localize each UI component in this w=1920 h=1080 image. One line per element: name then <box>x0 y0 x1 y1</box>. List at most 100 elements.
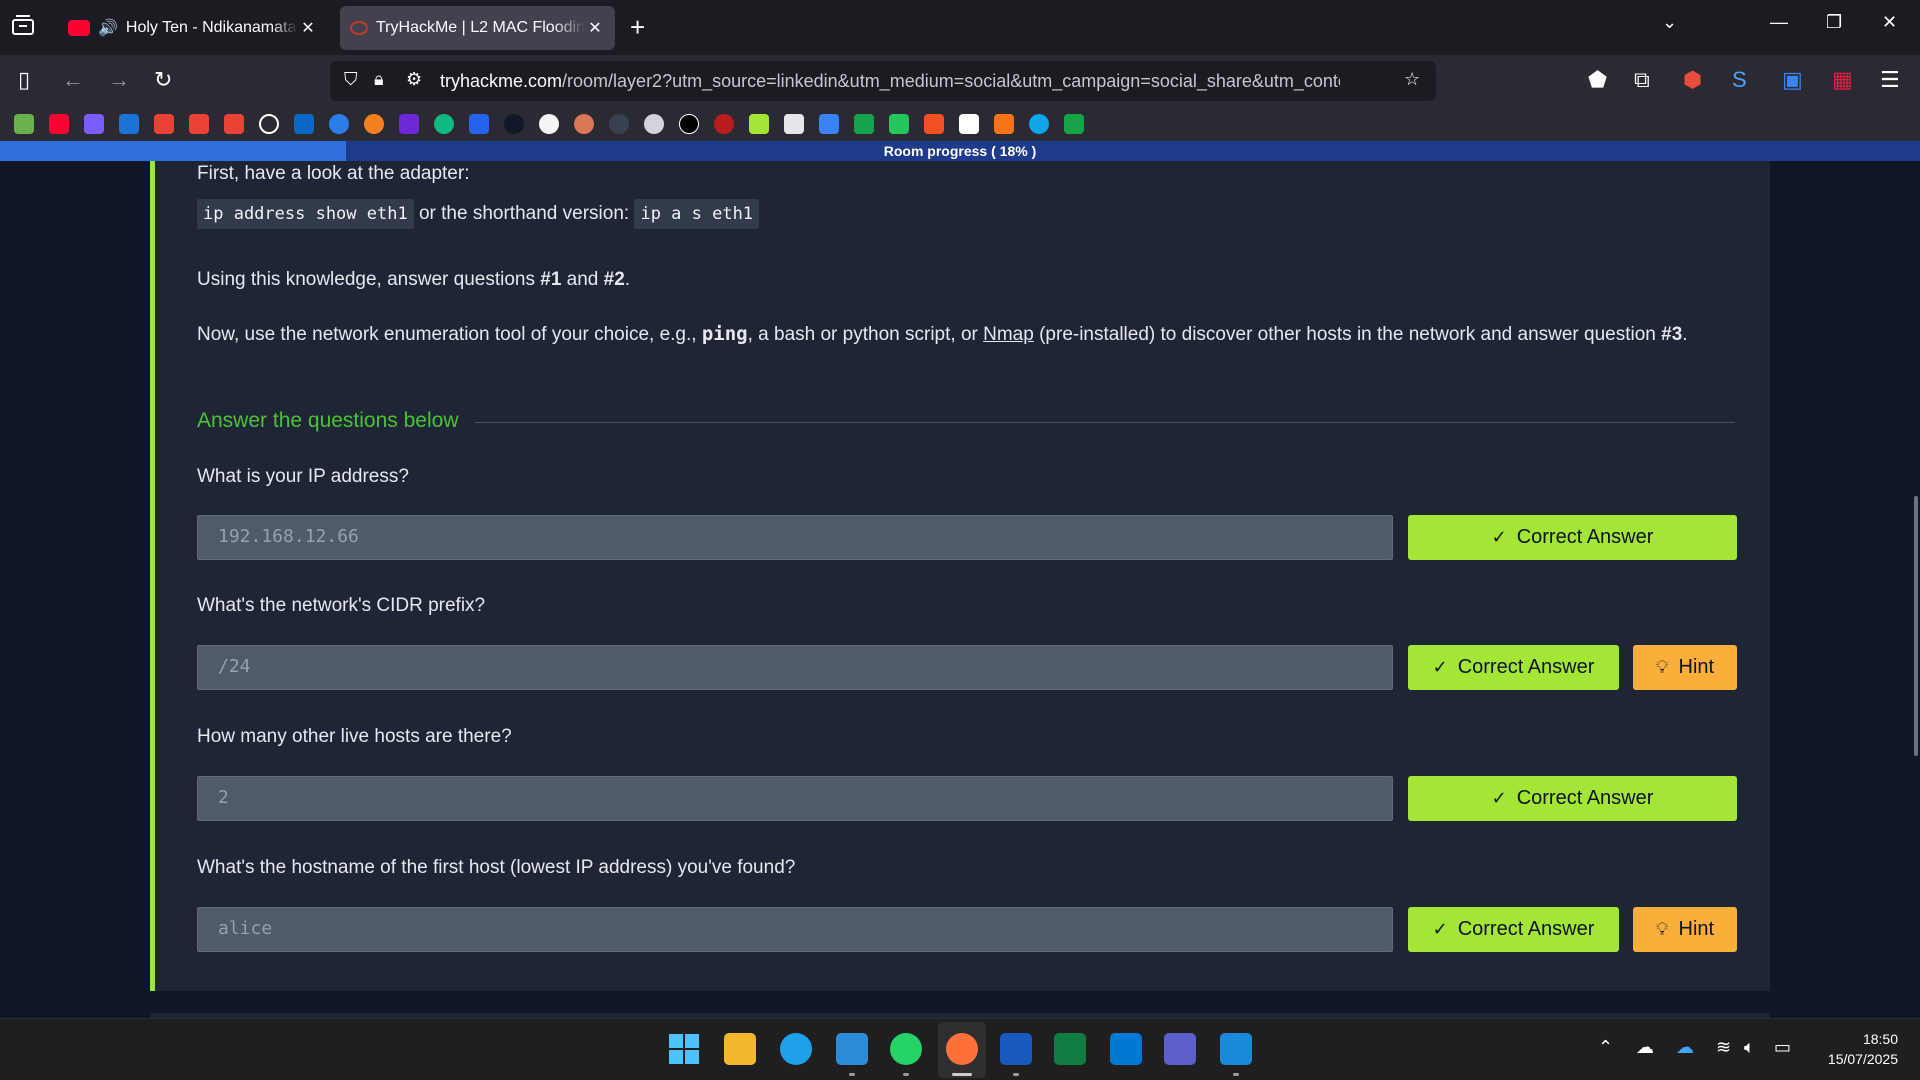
url-text[interactable]: tryhackme.com/room/layer2?utm_source=lin… <box>440 71 1340 92</box>
bookmark-icon[interactable] <box>609 114 629 134</box>
bolt-icon[interactable] <box>994 114 1014 134</box>
tab-overview-icon[interactable] <box>10 14 40 42</box>
whatsapp-icon[interactable] <box>890 1033 922 1065</box>
github-icon[interactable] <box>504 114 524 134</box>
start-icon[interactable] <box>668 1033 700 1065</box>
bookmarks-bar <box>0 107 1920 141</box>
upwork-icon[interactable] <box>679 114 699 134</box>
wifi-icon[interactable]: ≋ <box>1716 1037 1731 1058</box>
volume-icon[interactable]: 🔈︎ <box>1744 1037 1755 1058</box>
question-label: What is your IP address? <box>197 466 409 487</box>
extensions-puzzle-icon[interactable]: ⧉ <box>1634 67 1650 93</box>
answer-input[interactable]: 2 <box>197 776 1393 821</box>
address-bar[interactable]: ⛉ 🔒︎ ⚙ tryhackme.com/room/layer2?utm_sou… <box>330 61 1436 101</box>
notion-icon[interactable] <box>959 114 979 134</box>
correct-answer-button[interactable]: ✓ Correct Answer <box>1408 645 1619 690</box>
correct-answer-button[interactable]: ✓ Correct Answer <box>1408 907 1619 952</box>
ublock-icon[interactable]: ⬢ <box>1683 67 1702 93</box>
bookmark-icon[interactable] <box>1064 114 1084 134</box>
teams-icon[interactable] <box>1164 1033 1196 1065</box>
extension-icon[interactable]: ▣ <box>1782 67 1803 93</box>
close-icon[interactable]: ✕ <box>585 18 605 38</box>
bookmark-icon[interactable] <box>784 114 804 134</box>
system-clock[interactable]: 18:50 15/07/2025 <box>1828 1029 1898 1069</box>
firefox-icon[interactable] <box>946 1033 978 1065</box>
new-tab-button[interactable]: + <box>630 12 645 42</box>
bookmark-icon[interactable] <box>819 114 839 134</box>
coursera-icon[interactable] <box>399 114 419 134</box>
chatgpt-icon[interactable] <box>539 114 559 134</box>
tryhackme-icon[interactable] <box>714 114 734 134</box>
running-indicator <box>1233 1073 1239 1076</box>
notepad-icon[interactable] <box>836 1033 868 1065</box>
s-extension-icon[interactable]: S <box>1732 67 1747 93</box>
globe-icon[interactable] <box>259 114 279 134</box>
apple-icon[interactable] <box>644 114 664 134</box>
answer-input[interactable]: alice <box>197 907 1393 952</box>
outlook-icon[interactable] <box>119 114 139 134</box>
microsoft-icon[interactable] <box>924 114 944 134</box>
excel-icon[interactable] <box>1054 1033 1086 1065</box>
permissions-icon[interactable]: ⚙ <box>406 69 422 90</box>
answer-input[interactable]: 192.168.12.66 <box>197 515 1393 560</box>
bookmark-icon[interactable] <box>14 114 34 134</box>
edge-icon[interactable] <box>780 1033 812 1065</box>
file-explorer-icon[interactable] <box>724 1033 756 1065</box>
shield-icon[interactable]: ⛉ <box>344 69 358 90</box>
minimize-button[interactable]: — <box>1770 12 1788 33</box>
virtualbox-icon[interactable] <box>1220 1033 1252 1065</box>
check-icon: ✓ <box>1491 788 1507 808</box>
room-content: First, have a look at the adapter: ip ad… <box>0 161 1920 1018</box>
gmail-icon[interactable] <box>154 114 174 134</box>
play-icon[interactable] <box>889 114 909 134</box>
tab-list-icon[interactable]: ⌄ <box>1662 12 1677 33</box>
nmap-link[interactable]: Nmap <box>983 324 1034 345</box>
chevron-up-icon[interactable]: ⌃ <box>1598 1037 1613 1058</box>
hint-button[interactable]: 💡︎ Hint <box>1633 907 1737 952</box>
battery-icon[interactable]: ▭ <box>1774 1037 1791 1058</box>
divider <box>475 422 1735 423</box>
proton-icon[interactable] <box>84 114 104 134</box>
cube-icon[interactable] <box>749 114 769 134</box>
answer-input[interactable]: /24 <box>197 645 1393 690</box>
back-button[interactable]: ← <box>62 67 84 93</box>
restore-button[interactable]: ❐ <box>1826 12 1842 33</box>
check-icon: ✓ <box>1491 527 1507 547</box>
gmail-icon[interactable] <box>224 114 244 134</box>
gmail-icon[interactable] <box>189 114 209 134</box>
linkedin-icon[interactable] <box>294 114 314 134</box>
onedrive-icon[interactable] <box>329 114 349 134</box>
word-icon[interactable] <box>1000 1033 1032 1065</box>
tab-youtube[interactable]: 🔊 Holy Ten - Ndikanamata (ft. ✕ <box>58 6 328 50</box>
onedrive-icon[interactable]: ☁ <box>1676 1037 1694 1058</box>
running-indicator <box>903 1073 909 1076</box>
c-icon[interactable] <box>1029 114 1049 134</box>
correct-answer-button[interactable]: ✓ Correct Answer <box>1408 515 1737 560</box>
menu-icon[interactable]: ☰ <box>1880 67 1900 93</box>
hint-button[interactable]: 💡︎ Hint <box>1633 645 1737 690</box>
close-icon[interactable]: ✕ <box>298 18 318 38</box>
cloudflare-icon[interactable] <box>364 114 384 134</box>
question-label: What's the hostname of the first host (l… <box>197 857 796 878</box>
close-window-button[interactable]: ✕ <box>1882 12 1897 33</box>
tab-tryhackme[interactable]: TryHackMe | L2 MAC Flooding & ✕ <box>340 6 615 50</box>
reload-button[interactable]: ↻ <box>154 67 172 93</box>
page-scrollbar[interactable] <box>1914 496 1918 756</box>
sidebar-icon[interactable]: ▯ <box>18 67 30 93</box>
b-icon[interactable] <box>434 114 454 134</box>
extension-icon[interactable]: ▦ <box>1832 67 1853 93</box>
audio-icon[interactable]: 🔊 <box>98 18 118 38</box>
claude-icon[interactable] <box>574 114 594 134</box>
forward-button[interactable]: → <box>108 67 130 93</box>
check-icon: ✓ <box>1432 657 1448 677</box>
bookmark-star-icon[interactable]: ☆ <box>1404 69 1420 90</box>
extension-icon[interactable]: ⬟ <box>1588 67 1607 93</box>
bookmark-icon[interactable] <box>854 114 874 134</box>
correct-answer-button[interactable]: ✓ Correct Answer <box>1408 776 1737 821</box>
lock-icon[interactable]: 🔒︎ <box>374 69 384 90</box>
cloud-sync-icon[interactable]: ☁ <box>1636 1037 1654 1058</box>
youtube-icon[interactable] <box>49 114 69 134</box>
tab-bar: 🔊 Holy Ten - Ndikanamata (ft. ✕ TryHackM… <box>0 0 1920 55</box>
stack-icon[interactable] <box>469 114 489 134</box>
vscode-icon[interactable] <box>1110 1033 1142 1065</box>
